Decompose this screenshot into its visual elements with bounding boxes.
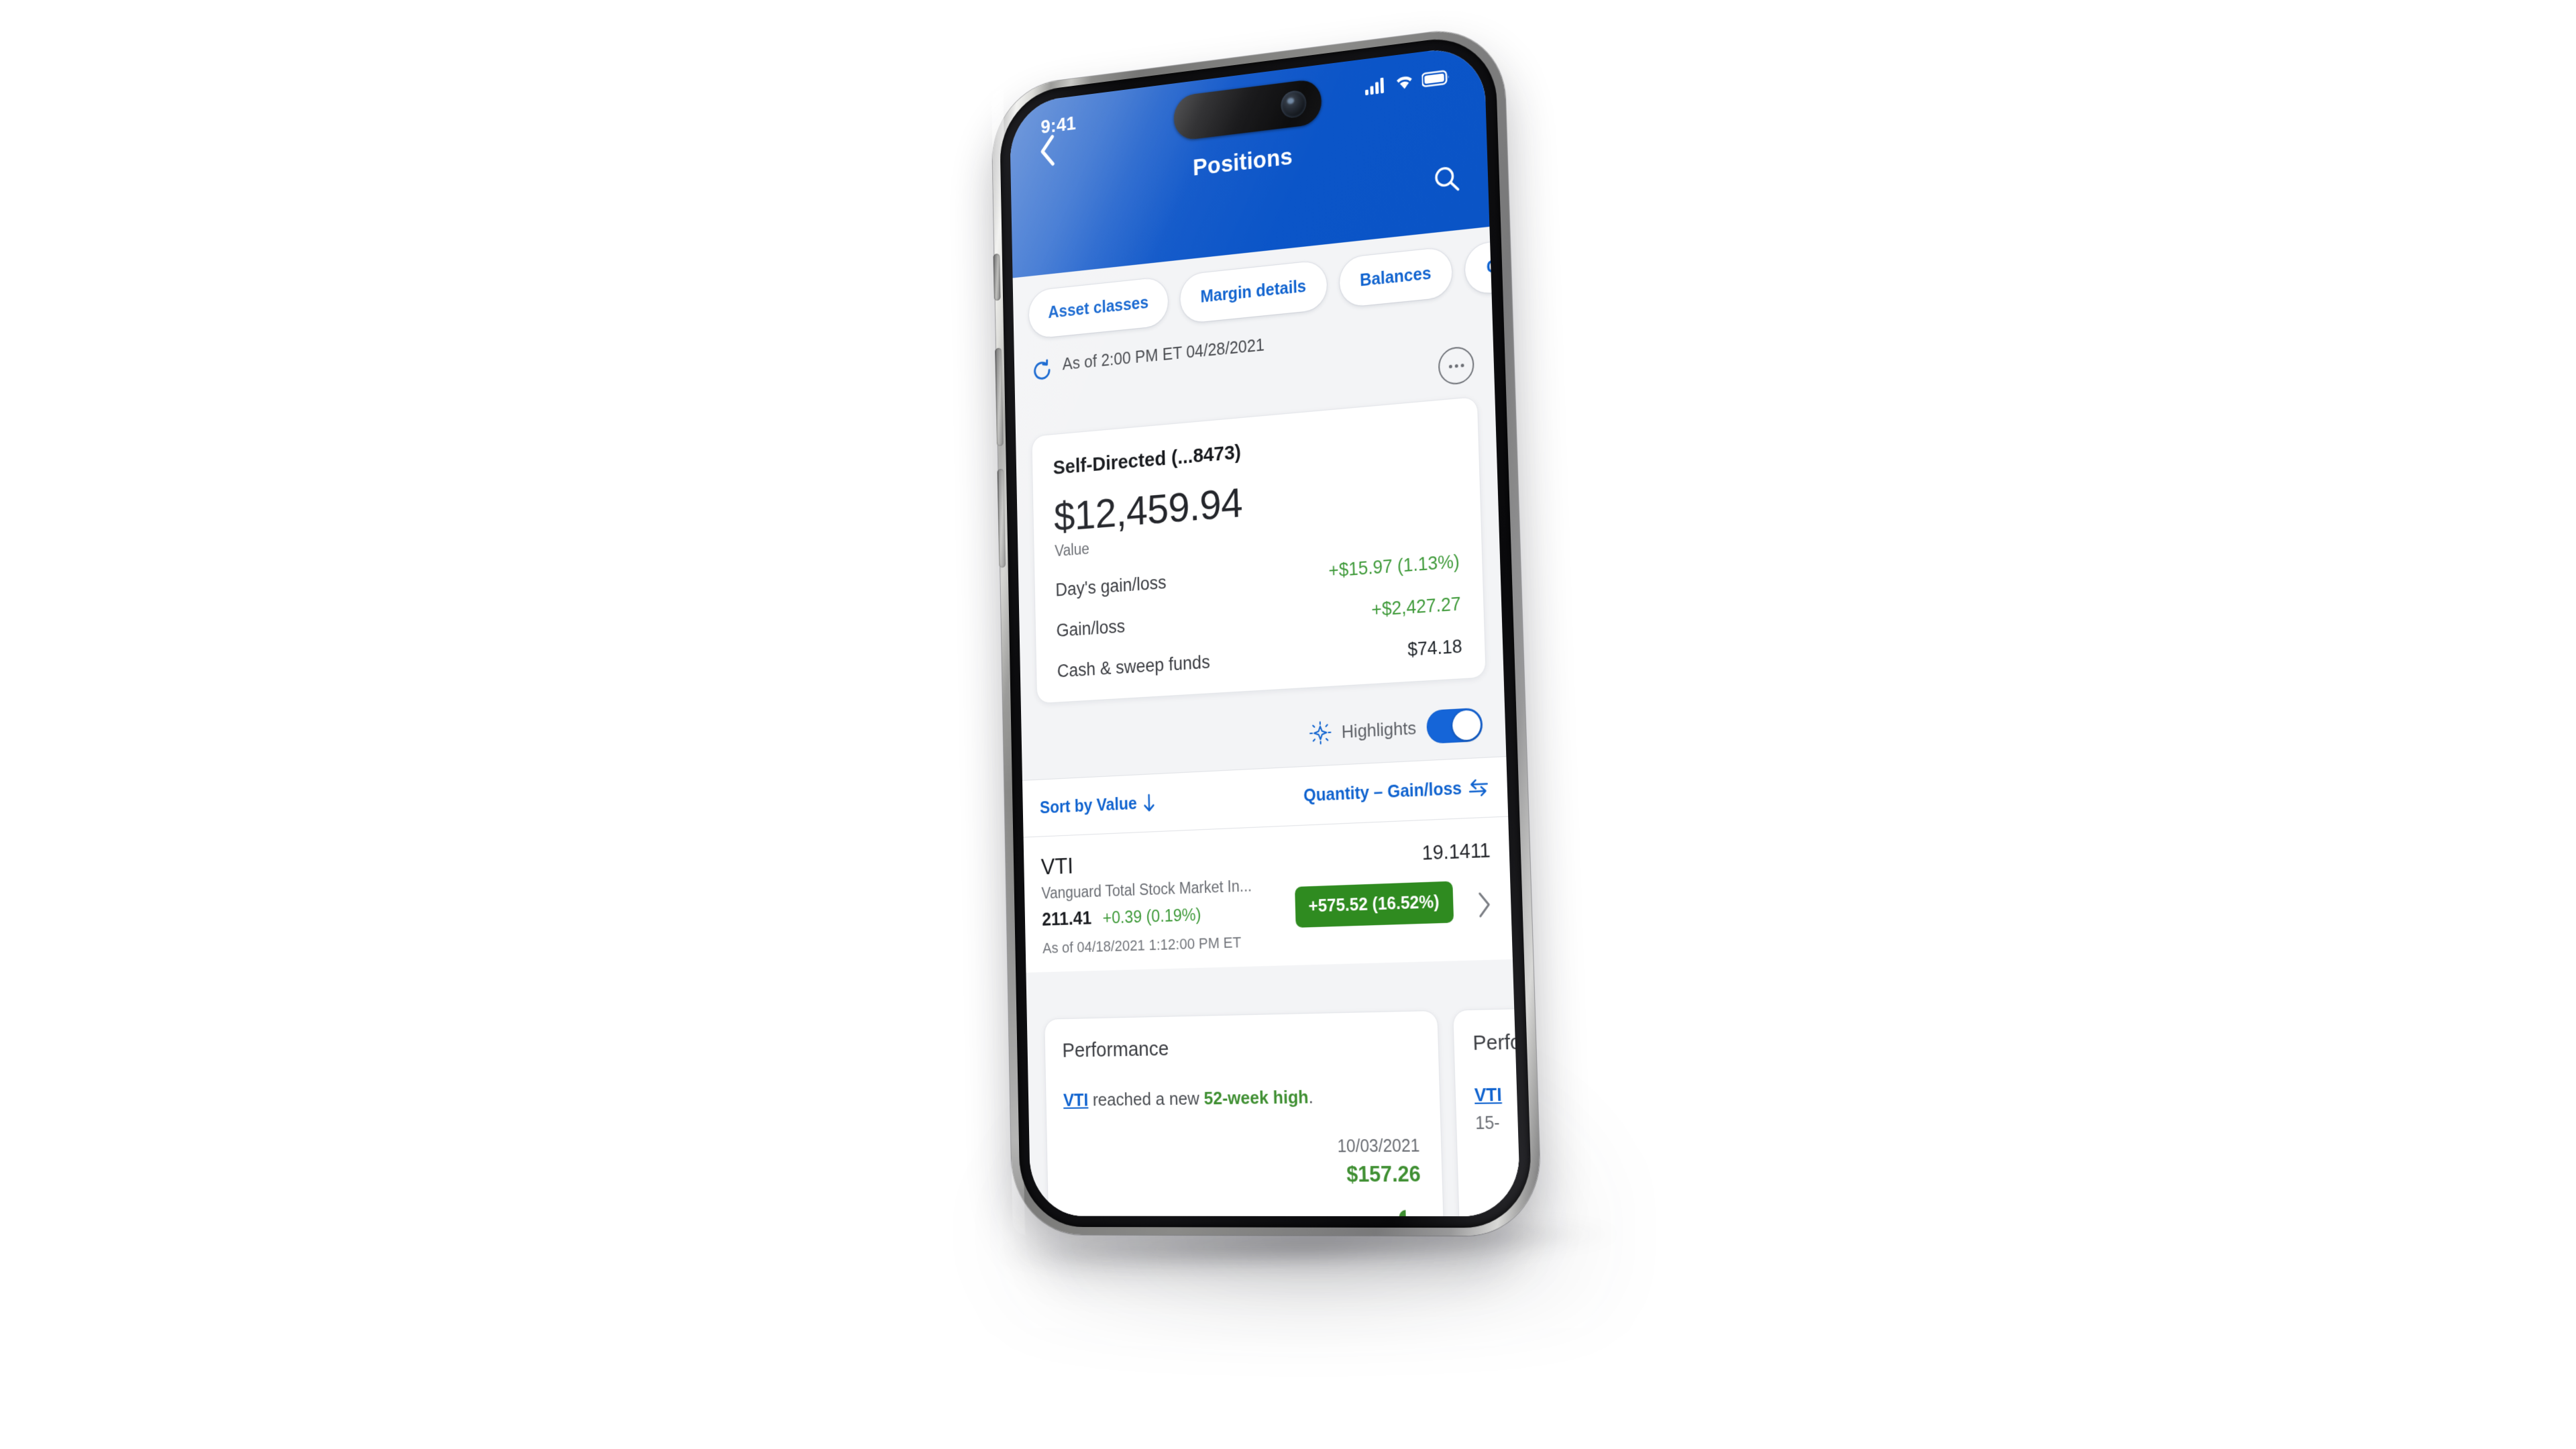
account-row-cash-sweep: Cash & sweep funds $74.18: [1057, 636, 1462, 682]
sort-by-value-button[interactable]: Sort by Value: [1040, 793, 1156, 818]
performance-sentence: VTI reached a new 52-week high.: [1063, 1085, 1421, 1111]
holding-gain-loss-badge[interactable]: +575.52 (16.52%): [1294, 881, 1454, 928]
volume-up-button[interactable]: [995, 347, 1004, 447]
volume-down-button[interactable]: [997, 468, 1006, 568]
scroll-body[interactable]: Self-Directed (...8473) $12,459.94 Value…: [1016, 390, 1521, 1217]
holding-quantity: 19.1411: [1421, 839, 1491, 865]
performance-price: $157.26: [1346, 1161, 1421, 1187]
performance-highlight: 52-week high: [1203, 1086, 1309, 1109]
account-name: Self-Directed (...8473): [1053, 441, 1242, 479]
search-icon: [1432, 162, 1461, 196]
account-row-gain-loss: Gain/loss +$2,427.27: [1056, 594, 1461, 642]
mute-switch[interactable]: [993, 253, 1001, 301]
more-dot: [1460, 363, 1464, 368]
holding-top-line: VTI 19.1411: [1040, 836, 1491, 880]
holding-disclosure-button[interactable]: [1477, 891, 1493, 922]
arrow-down-icon: [1143, 793, 1156, 812]
phone-screen: 9:41 Positions Asset classes Margin deta…: [1009, 44, 1521, 1217]
performance-card-primary[interactable]: Performance VTI reached a new 52-week hi…: [1044, 1010, 1448, 1217]
wifi-icon: [1396, 75, 1412, 89]
performance-card-title: Performance: [1472, 1029, 1521, 1055]
account-row-days-gain-loss: Day's gain/loss +$15.97 (1.13%): [1055, 551, 1460, 600]
battery-icon: [1421, 68, 1451, 89]
performance-card-strip[interactable]: Performance VTI reached a new 52-week hi…: [1027, 1000, 1521, 1217]
chevron-right-icon: [1477, 891, 1493, 918]
positions-app: 9:41 Positions Asset classes Margin deta…: [1009, 44, 1521, 1217]
holding-change: +0.39 (0.19%): [1102, 905, 1201, 928]
row-label: Gain/loss: [1056, 616, 1126, 641]
swap-arrows-icon: [1468, 777, 1489, 798]
chip-cash[interactable]: C: [1464, 239, 1493, 295]
chip-balances[interactable]: Balances: [1338, 246, 1453, 308]
front-camera-icon: [1280, 89, 1307, 119]
holding-row-vti[interactable]: VTI 19.1411 Vanguard Total Stock Market …: [1023, 816, 1513, 973]
dynamic-island: [1173, 78, 1322, 142]
search-button[interactable]: [1427, 157, 1466, 201]
performance-date: 10/03/2021: [1337, 1136, 1420, 1157]
row-value: +$2,427.27: [1371, 593, 1462, 621]
performance-card-secondary[interactable]: Performance VTI 15-: [1452, 1000, 1521, 1217]
refresh-icon: [1031, 358, 1053, 383]
refresh-button[interactable]: [1031, 358, 1053, 386]
chip-margin-details[interactable]: Margin details: [1180, 259, 1328, 324]
performance-sparkline-chart: [1049, 1210, 1409, 1217]
performance-ticker-link[interactable]: VTI: [1474, 1083, 1502, 1105]
sort-by-label: Sort by Value: [1039, 794, 1138, 818]
account-summary-card[interactable]: Self-Directed (...8473) $12,459.94 Value…: [1031, 396, 1487, 704]
holding-symbol: VTI: [1040, 853, 1074, 880]
row-value: $74.18: [1407, 635, 1462, 660]
performance-sentence-suffix: .: [1308, 1086, 1313, 1108]
chip-asset-classes[interactable]: Asset classes: [1028, 276, 1169, 339]
holding-as-of: As of 04/18/2021 1:12:00 PM ET: [1042, 933, 1242, 957]
sparkle-icon: [1309, 720, 1332, 745]
performance-subtext: 15-: [1474, 1113, 1501, 1134]
performance-card-title: Performance: [1062, 1037, 1169, 1062]
back-button[interactable]: [1031, 131, 1064, 170]
row-label: Day's gain/loss: [1055, 572, 1167, 600]
performance-ticker-link[interactable]: VTI: [1063, 1089, 1089, 1110]
highlights-row: Highlights: [1021, 692, 1506, 779]
holding-price: 211.41: [1042, 908, 1092, 930]
row-value: +$15.97 (1.13%): [1328, 551, 1460, 582]
status-icons: [1364, 68, 1451, 96]
chevron-left-icon: [1038, 133, 1057, 168]
phone-device: 9:41 Positions Asset classes Margin deta…: [991, 23, 1542, 1236]
performance-sentence: VTI: [1474, 1079, 1521, 1106]
more-dot: [1448, 364, 1452, 368]
highlights-label: Highlights: [1341, 716, 1417, 742]
more-dot: [1454, 364, 1458, 368]
scene: 9:41 Positions Asset classes Margin deta…: [0, 0, 2576, 1449]
row-label: Cash & sweep funds: [1057, 651, 1211, 682]
toggle-knob: [1452, 709, 1481, 741]
